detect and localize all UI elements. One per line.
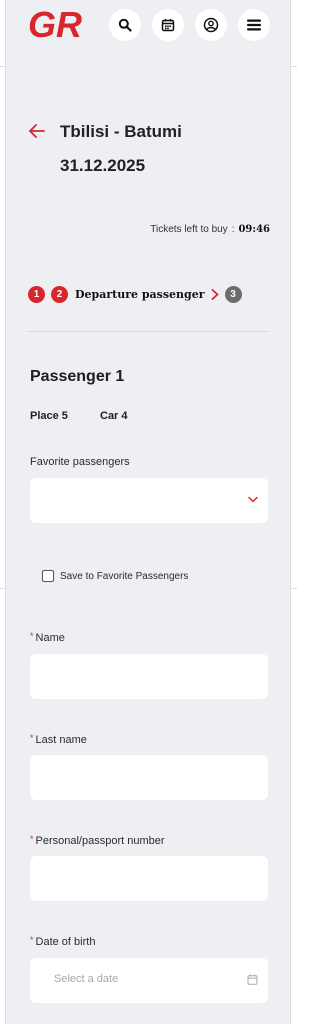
step-1-badge[interactable]: 1 — [28, 285, 45, 303]
last-name-label: * Last name — [30, 733, 87, 746]
required-mark: * — [30, 834, 34, 844]
chevron-down-icon — [248, 496, 258, 503]
calendar-button[interactable] — [152, 9, 184, 41]
required-mark: * — [30, 631, 34, 641]
calendar-icon — [247, 974, 258, 985]
required-mark: * — [30, 733, 34, 743]
step-3-badge[interactable]: 3 — [224, 285, 242, 303]
menu-icon — [247, 19, 261, 31]
favorite-passengers-select[interactable] — [30, 478, 268, 523]
header: GR — [6, 0, 290, 52]
timer-value: 09:46 — [238, 224, 270, 235]
dob-placeholder: Select a date — [54, 973, 119, 985]
name-label: * Name — [30, 631, 65, 644]
route-title: Tbilisi - Batumi — [60, 122, 182, 141]
chevron-right-icon — [211, 288, 218, 300]
search-icon — [118, 18, 132, 32]
favorite-passengers-label: Favorite passengers — [30, 456, 130, 468]
required-mark: * — [30, 935, 34, 945]
save-favorite-checkbox[interactable] — [42, 570, 54, 582]
section-divider — [28, 331, 268, 332]
step-2-badge[interactable]: 2 — [51, 285, 68, 303]
name-label-text: Name — [35, 632, 65, 644]
user-icon — [203, 17, 219, 33]
place-number: Place 5 — [30, 410, 68, 422]
last-name-input[interactable] — [30, 755, 268, 800]
car-number: Car 4 — [100, 410, 128, 422]
passport-label-text: Personal/passport number — [35, 835, 165, 847]
search-button[interactable] — [109, 9, 141, 41]
name-input[interactable] — [30, 654, 268, 699]
calendar-icon — [161, 19, 175, 32]
ticket-timer: Tickets left to buy:09:46 — [150, 224, 270, 235]
passport-label: * Personal/passport number — [30, 834, 165, 847]
trip-date: 31.12.2025 — [60, 156, 146, 175]
step-2-label: Departure passenger — [75, 287, 205, 301]
booking-page: GR Tbilisi - Batumi 31.12.2025 Tickets l… — [5, 0, 291, 1024]
dob-date-picker[interactable]: Select a date — [30, 958, 268, 1003]
passport-input[interactable] — [30, 856, 268, 901]
gr-logo[interactable]: GR — [28, 8, 100, 42]
timer-label: Tickets left to buy — [150, 224, 228, 235]
back-arrow-icon[interactable] — [28, 122, 46, 140]
passenger-title: Passenger 1 — [30, 368, 125, 385]
menu-button[interactable] — [238, 9, 270, 41]
last-name-label-text: Last name — [35, 734, 87, 746]
save-favorite-row[interactable]: Save to Favorite Passengers — [42, 570, 188, 582]
timer-separator: : — [231, 224, 235, 235]
dob-label: * Date of birth — [30, 935, 95, 948]
save-favorite-label[interactable]: Save to Favorite Passengers — [60, 571, 188, 582]
booking-steps: 1 2 Departure passenger 3 — [28, 285, 242, 303]
profile-button[interactable] — [195, 9, 227, 41]
dob-label-text: Date of birth — [35, 936, 96, 948]
svg-text:GR: GR — [28, 8, 82, 42]
